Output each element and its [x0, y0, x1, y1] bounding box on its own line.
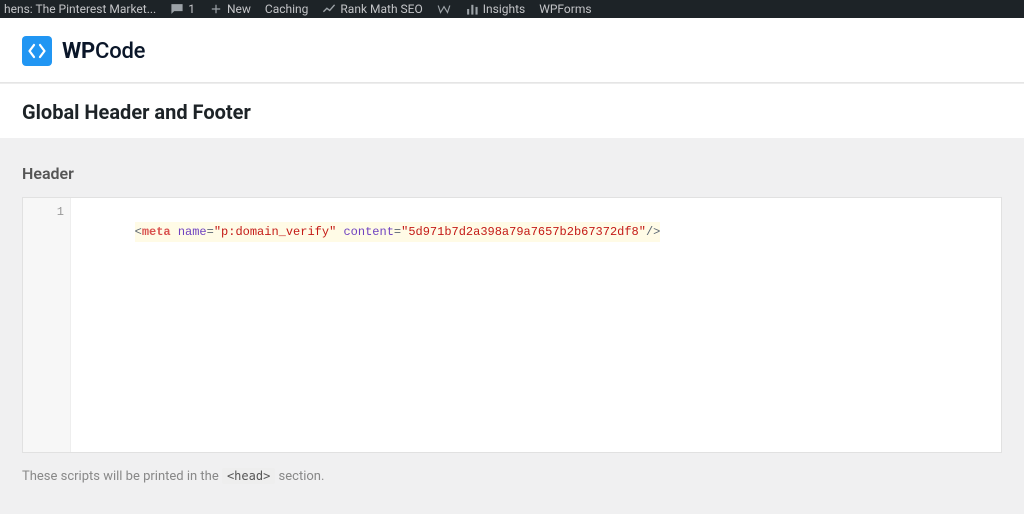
adminbar-insights-label: Insights	[483, 2, 525, 16]
chart-line-icon	[322, 2, 336, 16]
adminbar-rankmath[interactable]: Rank Math SEO	[322, 0, 422, 18]
page-title-row: Global Header and Footer	[0, 83, 1024, 138]
wp-admin-bar: hens: The Pinterest Market... 1 New Cach…	[0, 0, 1024, 18]
adminbar-wpforms[interactable]: WPForms	[539, 0, 591, 18]
adminbar-site-label: hens: The Pinterest Market...	[4, 2, 156, 16]
brand-name: WPCode	[62, 39, 145, 64]
adminbar-new-label: New	[227, 2, 251, 16]
adminbar-comments-count: 1	[188, 2, 195, 16]
content-area: Header 1 <meta name="p:domain_verify" co…	[0, 138, 1024, 494]
code-line-1: <meta name="p:domain_verify" content="5d…	[135, 222, 661, 242]
editor-code-area[interactable]: <meta name="p:domain_verify" content="5d…	[71, 198, 1001, 452]
comment-icon	[170, 2, 184, 16]
page-body: WPCode Global Header and Footer Header 1…	[0, 18, 1024, 494]
header-helper-text: These scripts will be printed in the <he…	[22, 469, 1002, 484]
plus-icon	[209, 2, 223, 16]
brand-header: WPCode	[0, 18, 1024, 83]
bar-chart-icon	[465, 2, 479, 16]
page-title: Global Header and Footer	[22, 100, 1002, 124]
adminbar-comments[interactable]: 1	[170, 0, 195, 18]
brand-name-prefix: WP	[62, 39, 95, 64]
adminbar-w-logo[interactable]	[437, 0, 451, 18]
helper-pre: These scripts will be printed in the	[22, 469, 222, 484]
header-section-title: Header	[22, 164, 1002, 183]
brand-name-suffix: Code	[95, 39, 145, 64]
adminbar-caching[interactable]: Caching	[265, 0, 309, 18]
adminbar-wpforms-label: WPForms	[539, 2, 591, 16]
adminbar-caching-label: Caching	[265, 2, 309, 16]
adminbar-site-name[interactable]: hens: The Pinterest Market...	[4, 0, 156, 18]
helper-code: <head>	[222, 468, 275, 484]
w-icon	[437, 2, 451, 16]
gutter-line-1: 1	[23, 202, 64, 222]
adminbar-new[interactable]: New	[209, 0, 251, 18]
helper-post: section.	[275, 469, 324, 484]
adminbar-insights[interactable]: Insights	[465, 0, 525, 18]
adminbar-rankmath-label: Rank Math SEO	[340, 2, 422, 16]
wpcode-logo-icon	[22, 36, 52, 66]
editor-gutter: 1	[23, 198, 71, 452]
header-code-editor[interactable]: 1 <meta name="p:domain_verify" content="…	[22, 197, 1002, 453]
